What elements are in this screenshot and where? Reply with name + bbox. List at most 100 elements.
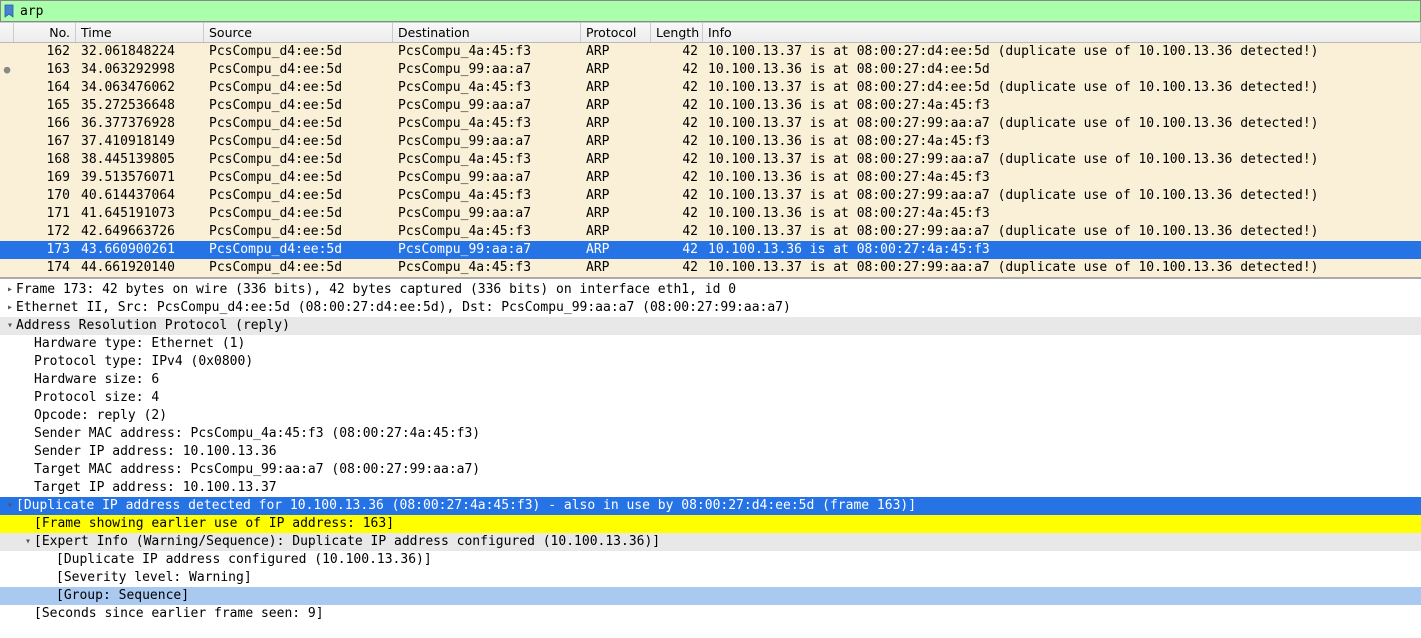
related-marker: ● bbox=[0, 61, 14, 79]
cell-source: PcsCompu_d4:ee:5d bbox=[204, 61, 393, 79]
tree-collapsed-icon[interactable]: ▸ bbox=[4, 299, 16, 317]
cell-info: 10.100.13.36 is at 08:00:27:4a:45:f3 bbox=[703, 205, 1421, 223]
column-related[interactable] bbox=[0, 23, 14, 42]
related-marker bbox=[0, 97, 14, 115]
cell-protocol: ARP bbox=[581, 151, 651, 169]
cell-no: 174 bbox=[14, 259, 76, 277]
detail-row[interactable]: ▸Frame 173: 42 bytes on wire (336 bits),… bbox=[0, 281, 1421, 299]
cell-source: PcsCompu_d4:ee:5d bbox=[204, 241, 393, 259]
cell-time: 35.272536648 bbox=[76, 97, 204, 115]
display-filter-bar[interactable] bbox=[0, 0, 1421, 22]
detail-row[interactable]: ▾[Expert Info (Warning/Sequence): Duplic… bbox=[0, 533, 1421, 551]
cell-info: 10.100.13.36 is at 08:00:27:d4:ee:5d bbox=[703, 61, 1421, 79]
packet-row[interactable]: ●16334.063292998PcsCompu_d4:ee:5dPcsComp… bbox=[0, 61, 1421, 79]
tree-expanded-icon[interactable]: ▾ bbox=[4, 317, 16, 335]
detail-row[interactable]: [Frame showing earlier use of IP address… bbox=[0, 515, 1421, 533]
detail-row[interactable]: Target MAC address: PcsCompu_99:aa:a7 (0… bbox=[0, 461, 1421, 479]
cell-no: 172 bbox=[14, 223, 76, 241]
cell-length: 42 bbox=[651, 151, 703, 169]
detail-row[interactable]: [Group: Sequence] bbox=[0, 587, 1421, 605]
detail-text: [Duplicate IP address configured (10.100… bbox=[56, 551, 1415, 569]
related-marker bbox=[0, 115, 14, 133]
cell-length: 42 bbox=[651, 43, 703, 61]
packet-row[interactable]: 17242.649663726PcsCompu_d4:ee:5dPcsCompu… bbox=[0, 223, 1421, 241]
detail-row[interactable]: Sender IP address: 10.100.13.36 bbox=[0, 443, 1421, 461]
packet-list-body[interactable]: 16232.061848224PcsCompu_d4:ee:5dPcsCompu… bbox=[0, 43, 1421, 277]
detail-row[interactable]: Sender MAC address: PcsCompu_4a:45:f3 (0… bbox=[0, 425, 1421, 443]
packet-row[interactable]: 16232.061848224PcsCompu_d4:ee:5dPcsCompu… bbox=[0, 43, 1421, 61]
detail-row[interactable]: Hardware type: Ethernet (1) bbox=[0, 335, 1421, 353]
column-protocol[interactable]: Protocol bbox=[581, 23, 651, 42]
cell-time: 38.445139805 bbox=[76, 151, 204, 169]
related-marker bbox=[0, 205, 14, 223]
detail-text: Protocol size: 4 bbox=[34, 389, 1415, 407]
detail-row[interactable]: [Severity level: Warning] bbox=[0, 569, 1421, 587]
detail-text: Protocol type: IPv4 (0x0800) bbox=[34, 353, 1415, 371]
display-filter-input[interactable] bbox=[20, 4, 1418, 19]
cell-destination: PcsCompu_99:aa:a7 bbox=[393, 169, 581, 187]
column-source[interactable]: Source bbox=[204, 23, 393, 42]
cell-protocol: ARP bbox=[581, 115, 651, 133]
detail-row[interactable]: ▾[Duplicate IP address detected for 10.1… bbox=[0, 497, 1421, 515]
packet-row[interactable]: 16535.272536648PcsCompu_d4:ee:5dPcsCompu… bbox=[0, 97, 1421, 115]
cell-protocol: ARP bbox=[581, 43, 651, 61]
detail-row[interactable]: Hardware size: 6 bbox=[0, 371, 1421, 389]
cell-no: 168 bbox=[14, 151, 76, 169]
packet-row[interactable]: 17444.661920140PcsCompu_d4:ee:5dPcsCompu… bbox=[0, 259, 1421, 277]
cell-no: 166 bbox=[14, 115, 76, 133]
detail-row[interactable]: ▾Address Resolution Protocol (reply) bbox=[0, 317, 1421, 335]
detail-row[interactable]: [Seconds since earlier frame seen: 9] bbox=[0, 605, 1421, 623]
packet-list-pane[interactable]: No. Time Source Destination Protocol Len… bbox=[0, 22, 1421, 278]
detail-row[interactable]: [Duplicate IP address configured (10.100… bbox=[0, 551, 1421, 569]
packet-row[interactable]: 17040.614437064PcsCompu_d4:ee:5dPcsCompu… bbox=[0, 187, 1421, 205]
detail-row[interactable]: Target IP address: 10.100.13.37 bbox=[0, 479, 1421, 497]
bookmark-icon[interactable] bbox=[3, 4, 17, 18]
cell-no: 171 bbox=[14, 205, 76, 223]
tree-expanded-icon[interactable]: ▾ bbox=[22, 533, 34, 551]
packet-row[interactable]: 17141.645191073PcsCompu_d4:ee:5dPcsCompu… bbox=[0, 205, 1421, 223]
detail-text: [Duplicate IP address detected for 10.10… bbox=[16, 497, 1415, 515]
related-marker bbox=[0, 259, 14, 277]
cell-protocol: ARP bbox=[581, 61, 651, 79]
cell-destination: PcsCompu_99:aa:a7 bbox=[393, 61, 581, 79]
cell-no: 165 bbox=[14, 97, 76, 115]
cell-source: PcsCompu_d4:ee:5d bbox=[204, 43, 393, 61]
detail-row[interactable]: Protocol size: 4 bbox=[0, 389, 1421, 407]
detail-text: Sender IP address: 10.100.13.36 bbox=[34, 443, 1415, 461]
packet-row[interactable]: 17343.660900261PcsCompu_d4:ee:5dPcsCompu… bbox=[0, 241, 1421, 259]
cell-source: PcsCompu_d4:ee:5d bbox=[204, 169, 393, 187]
column-time[interactable]: Time bbox=[76, 23, 204, 42]
cell-protocol: ARP bbox=[581, 241, 651, 259]
packet-row[interactable]: 16434.063476062PcsCompu_d4:ee:5dPcsCompu… bbox=[0, 79, 1421, 97]
packet-row[interactable]: 16939.513576071PcsCompu_d4:ee:5dPcsCompu… bbox=[0, 169, 1421, 187]
related-marker bbox=[0, 43, 14, 61]
packet-list-header[interactable]: No. Time Source Destination Protocol Len… bbox=[0, 23, 1421, 43]
related-marker bbox=[0, 223, 14, 241]
detail-row[interactable]: Opcode: reply (2) bbox=[0, 407, 1421, 425]
packet-row[interactable]: 16838.445139805PcsCompu_d4:ee:5dPcsCompu… bbox=[0, 151, 1421, 169]
cell-destination: PcsCompu_99:aa:a7 bbox=[393, 97, 581, 115]
detail-row[interactable]: Protocol type: IPv4 (0x0800) bbox=[0, 353, 1421, 371]
detail-row[interactable]: ▸Ethernet II, Src: PcsCompu_d4:ee:5d (08… bbox=[0, 299, 1421, 317]
related-marker bbox=[0, 133, 14, 151]
column-info[interactable]: Info bbox=[703, 23, 1421, 42]
detail-text: [Group: Sequence] bbox=[56, 587, 1415, 605]
cell-info: 10.100.13.36 is at 08:00:27:4a:45:f3 bbox=[703, 133, 1421, 151]
cell-info: 10.100.13.37 is at 08:00:27:d4:ee:5d (du… bbox=[703, 79, 1421, 97]
cell-no: 164 bbox=[14, 79, 76, 97]
column-destination[interactable]: Destination bbox=[393, 23, 581, 42]
column-no[interactable]: No. bbox=[14, 23, 76, 42]
cell-destination: PcsCompu_4a:45:f3 bbox=[393, 115, 581, 133]
packet-row[interactable]: 16636.377376928PcsCompu_d4:ee:5dPcsCompu… bbox=[0, 115, 1421, 133]
detail-text: Frame 173: 42 bytes on wire (336 bits), … bbox=[16, 281, 1415, 299]
tree-collapsed-icon[interactable]: ▸ bbox=[4, 281, 16, 299]
cell-source: PcsCompu_d4:ee:5d bbox=[204, 79, 393, 97]
packet-details-pane[interactable]: ▸Frame 173: 42 bytes on wire (336 bits),… bbox=[0, 278, 1421, 627]
cell-info: 10.100.13.37 is at 08:00:27:99:aa:a7 (du… bbox=[703, 223, 1421, 241]
tree-expanded-icon[interactable]: ▾ bbox=[4, 497, 16, 515]
cell-length: 42 bbox=[651, 259, 703, 277]
detail-text: Address Resolution Protocol (reply) bbox=[16, 317, 1415, 335]
cell-protocol: ARP bbox=[581, 187, 651, 205]
column-length[interactable]: Length bbox=[651, 23, 703, 42]
packet-row[interactable]: 16737.410918149PcsCompu_d4:ee:5dPcsCompu… bbox=[0, 133, 1421, 151]
